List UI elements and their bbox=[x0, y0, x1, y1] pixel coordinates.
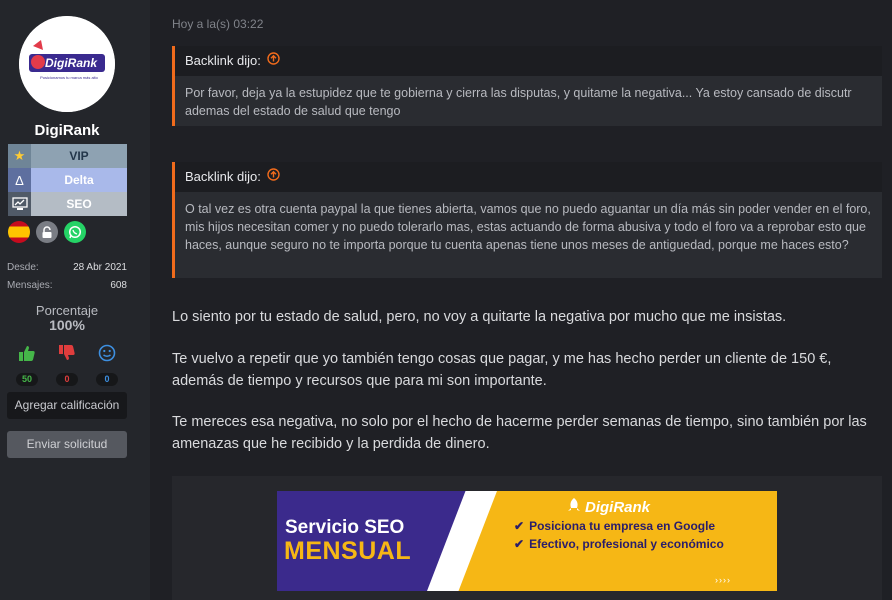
post-paragraph: Te vuelvo a repetir que yo también tengo… bbox=[172, 351, 832, 389]
banner-label: VIP bbox=[69, 149, 89, 163]
banner-label: SEO bbox=[66, 197, 92, 211]
ad-container: Servicio SEO MENSUAL DigiRank ✔ Posicion… bbox=[172, 476, 882, 600]
quote-block: Backlink dijo: Por favor, deja ya la est… bbox=[172, 46, 882, 126]
quote-author[interactable]: Backlink dijo: bbox=[185, 162, 261, 192]
stat-messages: Mensajes: 608 bbox=[7, 280, 127, 291]
quote-header: Backlink dijo: bbox=[175, 162, 882, 192]
thumbs-down-icon bbox=[58, 344, 76, 367]
banner-delta: Δ Delta bbox=[8, 168, 127, 192]
quote-text: Por favor, deja ya la estupidez que te g… bbox=[185, 86, 852, 118]
banner-seo: SEO bbox=[8, 192, 127, 216]
banner-label: Delta bbox=[64, 173, 94, 187]
ad-arrows: ›››› bbox=[715, 575, 731, 585]
ad-bullet-text: Efectivo, profesional y económico bbox=[529, 537, 724, 551]
rocket-icon bbox=[567, 497, 581, 517]
ad-bullet: ✔ Posiciona tu empresa en Google bbox=[514, 519, 715, 533]
arrow-up-circle-icon[interactable] bbox=[267, 162, 280, 192]
ad-bullet: ✔ Efectivo, profesional y económico bbox=[514, 537, 724, 551]
quote-header: Backlink dijo: bbox=[175, 46, 882, 76]
since-label: Desde: bbox=[7, 262, 39, 273]
rating-negative[interactable]: 0 bbox=[56, 344, 78, 386]
whatsapp-icon[interactable] bbox=[64, 221, 86, 243]
neutral-face-icon bbox=[98, 344, 116, 367]
thumbs-up-icon bbox=[18, 344, 36, 367]
ad-bullet-text: Posiciona tu empresa en Google bbox=[529, 519, 716, 533]
ad-brand: DigiRank bbox=[567, 497, 650, 517]
avatar-brand-text: DigiRank bbox=[45, 56, 98, 70]
ad-brand-text: DigiRank bbox=[585, 498, 651, 516]
post-paragraph: Lo siento por tu estado de salud, pero, … bbox=[172, 309, 787, 325]
quote-author[interactable]: Backlink dijo: bbox=[185, 46, 261, 76]
ad-banner[interactable]: Servicio SEO MENSUAL DigiRank ✔ Posicion… bbox=[277, 491, 777, 591]
post-body: Hoy a la(s) 03:22 Backlink dijo: Por fav… bbox=[172, 0, 892, 600]
positive-count: 50 bbox=[16, 373, 38, 386]
messages-label: Mensajes: bbox=[7, 280, 53, 291]
send-request-button[interactable]: Enviar solicitud bbox=[7, 431, 127, 458]
star-icon: ★ bbox=[8, 144, 31, 168]
banner-vip: ★ VIP bbox=[8, 144, 127, 168]
since-value: 28 Abr 2021 bbox=[73, 262, 127, 273]
percent-label: Porcentaje bbox=[35, 303, 99, 318]
stat-since: Desde: 28 Abr 2021 bbox=[7, 262, 127, 273]
seo-icon bbox=[8, 192, 31, 216]
messages-value: 608 bbox=[110, 280, 127, 291]
delta-icon: Δ bbox=[8, 168, 31, 192]
user-badges bbox=[8, 221, 86, 243]
username[interactable]: DigiRank bbox=[0, 122, 134, 139]
lock-icon bbox=[36, 221, 58, 243]
ad-title-line1: Servicio SEO bbox=[285, 517, 405, 538]
arrow-up-circle-icon[interactable] bbox=[267, 46, 280, 76]
percent-value: 100% bbox=[49, 317, 85, 333]
neutral-count: 0 bbox=[96, 373, 118, 386]
negative-count: 0 bbox=[56, 373, 78, 386]
quote-text: O tal vez es otra cuenta paypal la que t… bbox=[185, 202, 871, 252]
post-paragraph: Te mereces esa negativa, no solo por el … bbox=[172, 414, 867, 452]
rating-positive[interactable]: 50 bbox=[16, 344, 38, 386]
post-timestamp[interactable]: Hoy a la(s) 03:22 bbox=[172, 17, 263, 31]
avatar[interactable]: DigiRank Posicionamos tu marca más alto bbox=[19, 16, 115, 112]
check-icon: ✔ bbox=[514, 519, 525, 533]
ad-title-line2: MENSUAL bbox=[284, 537, 412, 565]
user-sidebar: DigiRank Posicionamos tu marca más alto … bbox=[0, 0, 150, 600]
check-icon: ✔ bbox=[514, 537, 525, 551]
avatar-tagline: Posicionamos tu marca más alto bbox=[40, 75, 99, 80]
quote-block: Backlink dijo: O tal vez es otra cuenta … bbox=[172, 162, 882, 278]
spain-flag-icon bbox=[8, 221, 30, 243]
add-rating-button[interactable]: Agregar calificación bbox=[7, 392, 127, 419]
rating-neutral[interactable]: 0 bbox=[96, 344, 118, 386]
